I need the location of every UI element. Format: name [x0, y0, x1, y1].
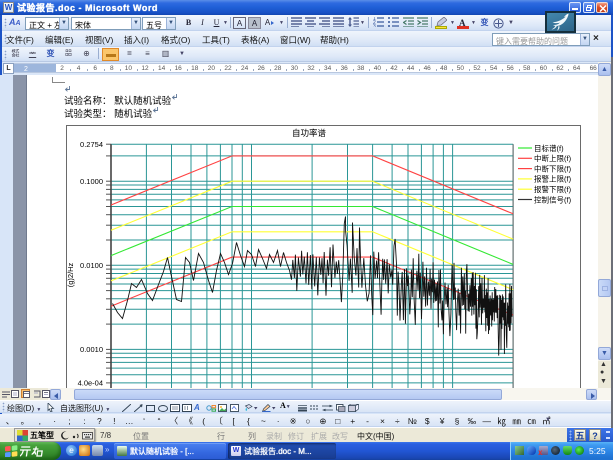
svg-text:4.0e-04: 4.0e-04: [77, 378, 102, 387]
svg-text:控制信号(f): 控制信号(f): [534, 194, 572, 204]
svg-text:中断下限(f): 中断下限(f): [534, 163, 572, 173]
svg-text:报警下限(f): 报警下限(f): [534, 184, 572, 194]
svg-text:报警上限(f): 报警上限(f): [534, 173, 572, 183]
svg-text:(g)2/Hz: (g)2/Hz: [66, 262, 75, 287]
svg-text:0.1000: 0.1000: [80, 176, 103, 185]
svg-text:目标谱(f): 目标谱(f): [534, 142, 564, 152]
svg-text:3: 3: [373, 24, 376, 27]
svg-text:0.0010: 0.0010: [80, 345, 103, 354]
svg-text:0.0100: 0.0100: [80, 261, 103, 270]
svg-text:中断上限(f): 中断上限(f): [534, 153, 572, 163]
svg-text:自功率谱: 自功率谱: [291, 128, 326, 138]
svg-text:0.2754: 0.2754: [80, 139, 103, 148]
